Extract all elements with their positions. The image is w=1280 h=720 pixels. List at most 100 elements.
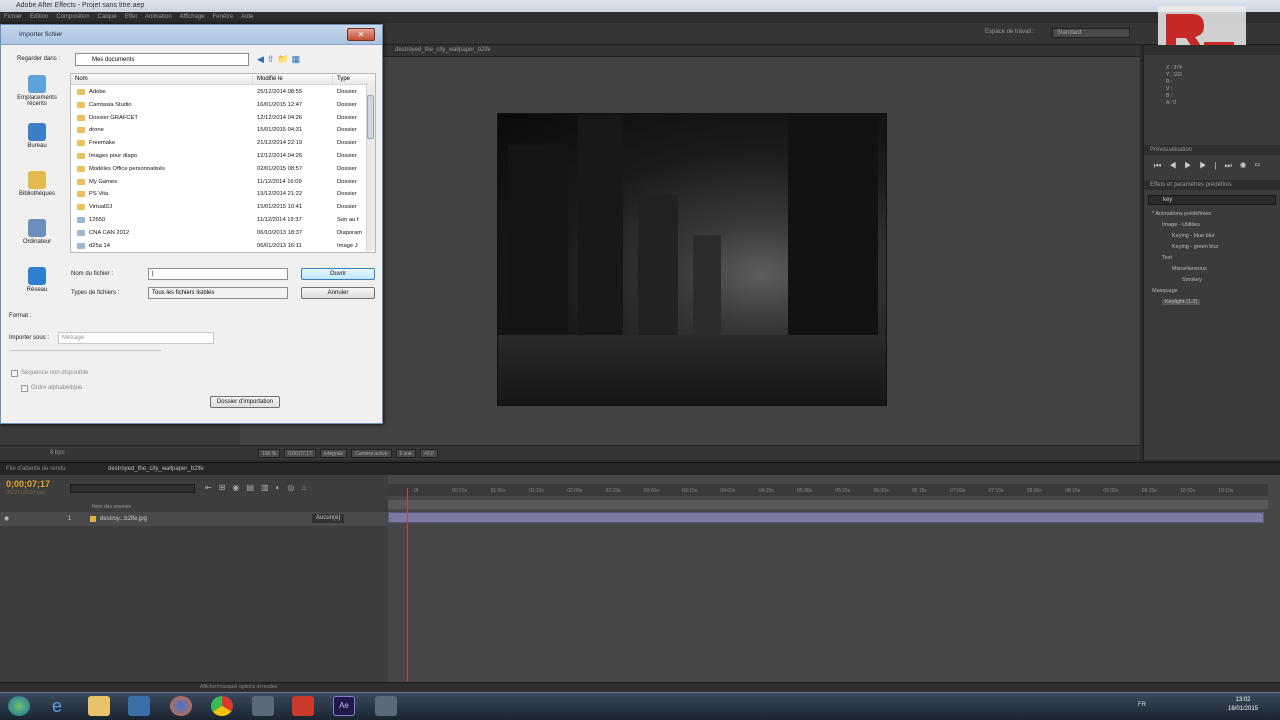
nav-toolbar[interactable]: ◀⇧📁▦ [257,54,303,65]
work-area-bar[interactable] [388,500,1268,509]
filename-input[interactable]: | [148,268,288,280]
file-row[interactable]: d25a 14 06/01/2013 16:11 Image J [71,240,371,252]
file-row[interactable]: Camtasia Studio 16/01/2015 12:47 Dossier [71,99,371,112]
effects-tree-item[interactable]: Smokey [1182,277,1202,283]
app2-icon[interactable] [375,696,397,716]
filetype-select[interactable]: Tous les fichiers lisibles [148,287,288,299]
place-4[interactable]: Réseau [7,267,67,293]
col-date[interactable]: Modifié le [253,74,333,85]
clock[interactable]: 13:02 16/01/2015 [1228,696,1258,714]
preview-header[interactable]: Prévisualisation [1144,145,1280,155]
effects-tree-item[interactable]: Miscellaneous [1172,266,1207,272]
import-folder-button[interactable]: Dossier d'importation [210,396,280,408]
file-name: Camtasia Studio [89,101,132,108]
folder-icon [77,101,85,108]
effects-search-input[interactable]: key [1148,195,1276,205]
col-name[interactable]: Nom [71,74,253,85]
tab-composition[interactable]: destroyed_the_city_wallpaper_b2lfe [108,466,204,472]
menu-item[interactable]: Affichage [180,12,205,23]
close-icon[interactable]: ✕ [347,28,375,41]
workspace-select[interactable]: Standard [1052,28,1130,38]
scrollbar-thumb[interactable] [367,95,374,139]
place-2[interactable]: Bibliothèques [7,171,67,197]
file-row[interactable]: Dossier GRAFCET 12/12/2014 04:26 Dossier [71,112,371,125]
file-row[interactable]: Modèles Office personnalisés 02/01/2015 0… [71,163,371,176]
file-row[interactable]: 12650 11/12/2014 19:37 Son au f [71,214,371,227]
viewer-control[interactable]: Caméra active [351,448,392,458]
place-3[interactable]: Ordinateur [7,219,67,245]
file-row[interactable]: VirtualDJ 15/01/2015 10:41 Dossier [71,201,371,214]
file-row[interactable]: Freemake 21/12/2014 22:19 Dossier [71,137,371,150]
menu-item[interactable]: Calque [98,12,117,23]
column-source-name: Nom des sources [92,504,131,510]
cancel-button[interactable]: Annuler [301,287,375,299]
timeline-search-input[interactable] [70,484,195,493]
layer-name[interactable]: destroy...b2lfe.jpg [100,512,147,526]
start-button-icon[interactable] [8,696,30,716]
alpha-label: Ordre alphabétique [31,385,83,391]
firefox-icon[interactable] [170,696,192,716]
file-row[interactable]: Images pour diapo 12/12/2014 04:26 Dossier [71,150,371,163]
file-row[interactable]: My Games 11/12/2014 16:09 Dossier [71,176,371,189]
file-row[interactable]: Adobe 25/12/2014 08:55 Dossier [71,86,371,99]
place-1[interactable]: Bureau [7,123,67,149]
file-name: drone [89,127,104,134]
viewer-tab-label: destroyed_the_city_wallpaper_b2lfe [395,47,491,53]
layer-parent-select[interactable]: Aucun(e) [312,514,345,523]
viewer-control[interactable]: 0;00;07;17 [284,448,316,458]
file-type: Dossier [337,127,357,134]
ie-icon[interactable]: e [46,696,68,716]
recorder-icon[interactable] [292,696,314,716]
sequence-checkbox[interactable] [11,370,18,377]
places-bar: Emplacements récents Bureau Bibliothèques O… [7,75,67,305]
menu-item[interactable]: Composition [56,12,89,23]
toggle-modes-label[interactable]: Afficher/masquer options et modes [200,684,277,690]
after-effects-icon[interactable]: Ae [333,696,355,716]
eye-icon[interactable]: ◉ [4,512,9,526]
viewer-control[interactable]: Intégrale [319,448,348,458]
layer-bar[interactable] [388,512,1264,523]
file-row[interactable]: CNA CAN 2012 06/10/2013 18:37 Diaporam [71,227,371,240]
effects-tree-item[interactable]: * Animations prédéfinies [1152,211,1211,217]
timeline-switches[interactable]: ⇤⊞◉▤▥◐◎⌂ [205,483,313,492]
alpha-checkbox[interactable] [21,385,28,392]
menu-item[interactable]: Animation [145,12,172,23]
menu-item[interactable]: Fichier [4,12,22,23]
media-player-icon[interactable] [128,696,150,716]
current-timecode[interactable]: 0;00;07;17 [6,479,50,489]
effects-header[interactable]: Effets et paramètres prédéfinis [1144,180,1280,190]
open-button[interactable]: Ouvrir [301,268,375,280]
info-line: X : 374 [1166,65,1182,71]
viewer-control[interactable]: 1 vue [395,448,416,458]
tab-render-queue[interactable]: File d'attente de rendu [6,466,66,472]
viewer-control[interactable]: +0,0 [419,448,438,458]
effects-tree-item[interactable]: Text [1162,255,1172,261]
menu-item[interactable]: Fenêtre [213,12,234,23]
import-as-select[interactable]: Métrage [58,332,214,344]
preview-controls[interactable]: ⏮◀▶▶|⏭◉▭ [1154,161,1269,171]
menu-item[interactable]: Effet [125,12,137,23]
language-indicator[interactable]: FR [1138,702,1146,708]
chrome-icon[interactable] [211,696,233,716]
effects-tree-item[interactable]: Image - Utilities [1162,222,1200,228]
viewer-control[interactable]: 100 % [258,448,281,458]
effects-tree-item[interactable]: Keying - green blur [1172,244,1218,250]
app-icon[interactable] [252,696,274,716]
place-0[interactable]: Emplacements récents [7,75,67,107]
explorer-icon[interactable] [88,696,110,716]
file-row[interactable]: PS Vita 19/12/2014 21:22 Dossier [71,188,371,201]
look-in-select[interactable]: Mes documents [75,53,249,66]
effects-tree-item[interactable]: Masquage [1152,288,1178,294]
effects-tree-item[interactable]: Keying - blue blur [1172,233,1215,239]
dialog-title-bar[interactable]: Importer fichier ✕ [1,25,382,45]
effects-tree-item[interactable]: Keylight (1.2) [1162,299,1201,305]
menu-item[interactable]: Edition [30,12,48,23]
ruler-tick: 02:15s [605,488,621,494]
ruler-tick: 01:00s [490,488,506,494]
time-ruler[interactable] [388,484,1268,496]
menu-item[interactable]: Aide [241,12,253,23]
bpc-label[interactable]: 8 bpc [50,450,65,456]
file-row[interactable]: drone 15/01/2015 04:31 Dossier [71,124,371,137]
layer-row[interactable]: ◉ 1 destroy...b2lfe.jpg Aucun(e) [0,512,388,526]
playhead[interactable] [407,488,408,682]
